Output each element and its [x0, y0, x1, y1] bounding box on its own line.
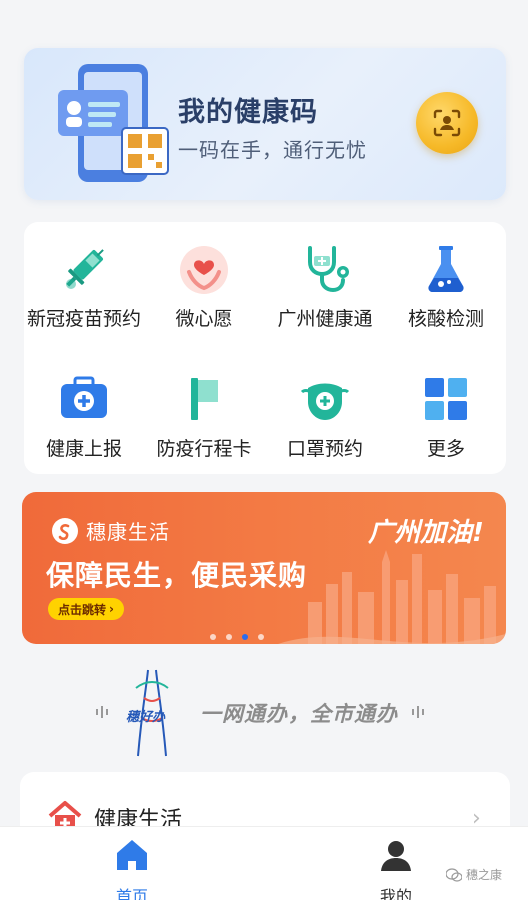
scan-button[interactable] — [416, 92, 478, 154]
banner-cta-button[interactable]: 点击跳转 › — [48, 598, 124, 620]
watermark: 穗之康 — [446, 866, 502, 883]
heart-hands-icon — [177, 242, 231, 296]
service-label: 防疫行程卡 — [156, 438, 252, 460]
service-travel-card[interactable]: 防疫行程卡 — [144, 372, 264, 462]
medical-kit-icon — [57, 372, 111, 426]
brand-logo-icon — [52, 517, 78, 544]
wechat-icon — [446, 867, 462, 882]
mask-icon — [298, 372, 352, 426]
service-label: 微心愿 — [175, 308, 233, 330]
slogan-text: 一网通办，全市通办 — [200, 702, 398, 726]
chevron-right-icon: › — [109, 602, 114, 616]
test-flask-icon — [419, 242, 473, 296]
bottom-tab-bar: 首页 我的 — [0, 826, 528, 900]
flag-icon — [177, 372, 231, 426]
sound-bars-icon — [96, 706, 108, 718]
service-more[interactable]: 更多 — [386, 372, 506, 462]
slogan-brand: 穗好办 — [126, 710, 166, 725]
service-label: 广州健康通 — [277, 308, 373, 330]
face-scan-icon — [433, 109, 461, 137]
sound-bars-icon — [412, 706, 424, 718]
service-slogan-row: 穗好办 一网通办，全市通办 — [0, 664, 528, 760]
promo-banner[interactable]: 穗康生活 保障民生，便民采购 点击跳转 › 广州加油! — [22, 492, 506, 644]
user-icon — [381, 841, 411, 871]
vaccine-syringe-icon — [57, 242, 111, 296]
banner-brand-text: 穗康生活 — [86, 520, 170, 544]
banner-cta-label: 点击跳转 — [58, 602, 107, 617]
service-label: 更多 — [426, 438, 465, 460]
tab-home-label: 首页 — [115, 887, 148, 900]
health-code-card[interactable]: 我的健康码 一码在手，通行无忧 — [24, 48, 506, 200]
phone-illustration-icon — [58, 64, 169, 182]
service-label: 健康上报 — [45, 438, 122, 460]
service-guangzhou-health[interactable]: 广州健康通 — [265, 242, 385, 332]
service-micro-wish[interactable]: 微心愿 — [144, 242, 264, 332]
stethoscope-icon — [298, 242, 352, 296]
carousel-dot[interactable] — [258, 634, 264, 640]
carousel-dot[interactable] — [210, 634, 216, 640]
banner-headline: 保障民生，便民采购 — [46, 559, 308, 592]
health-life-section[interactable]: 健康生活 › — [20, 772, 510, 833]
tab-me-label: 我的 — [379, 887, 412, 900]
service-label: 口罩预约 — [286, 438, 363, 460]
tab-me[interactable]: 我的 — [356, 837, 436, 900]
health-code-title: 我的健康码 — [178, 97, 318, 128]
carousel-indicator — [210, 634, 264, 640]
service-mask-booking[interactable]: 口罩预约 — [265, 372, 385, 462]
watermark-text: 穗之康 — [466, 868, 503, 882]
health-code-subtitle: 一码在手，通行无忧 — [178, 138, 367, 162]
carousel-dot[interactable] — [226, 634, 232, 640]
service-nucleic-test[interactable]: 核酸检测 — [386, 242, 506, 332]
service-health-report[interactable]: 健康上报 — [24, 372, 144, 462]
tab-home[interactable]: 首页 — [92, 837, 172, 900]
banner-slogan: 广州加油! — [368, 518, 484, 548]
banner-brand: 穗康生活 — [52, 516, 170, 545]
grid-icon — [419, 372, 473, 426]
carousel-dot-active[interactable] — [242, 634, 248, 640]
service-vaccine-booking[interactable]: 新冠疫苗预约 — [24, 242, 144, 332]
home-icon — [117, 840, 147, 870]
service-label: 核酸检测 — [407, 308, 484, 330]
services-grid: 新冠疫苗预约 微心愿 广州健康通 核酸检测 健康上报 防疫行程卡 口罩预约 更多 — [24, 222, 506, 474]
service-label: 新冠疫苗预约 — [26, 308, 141, 330]
